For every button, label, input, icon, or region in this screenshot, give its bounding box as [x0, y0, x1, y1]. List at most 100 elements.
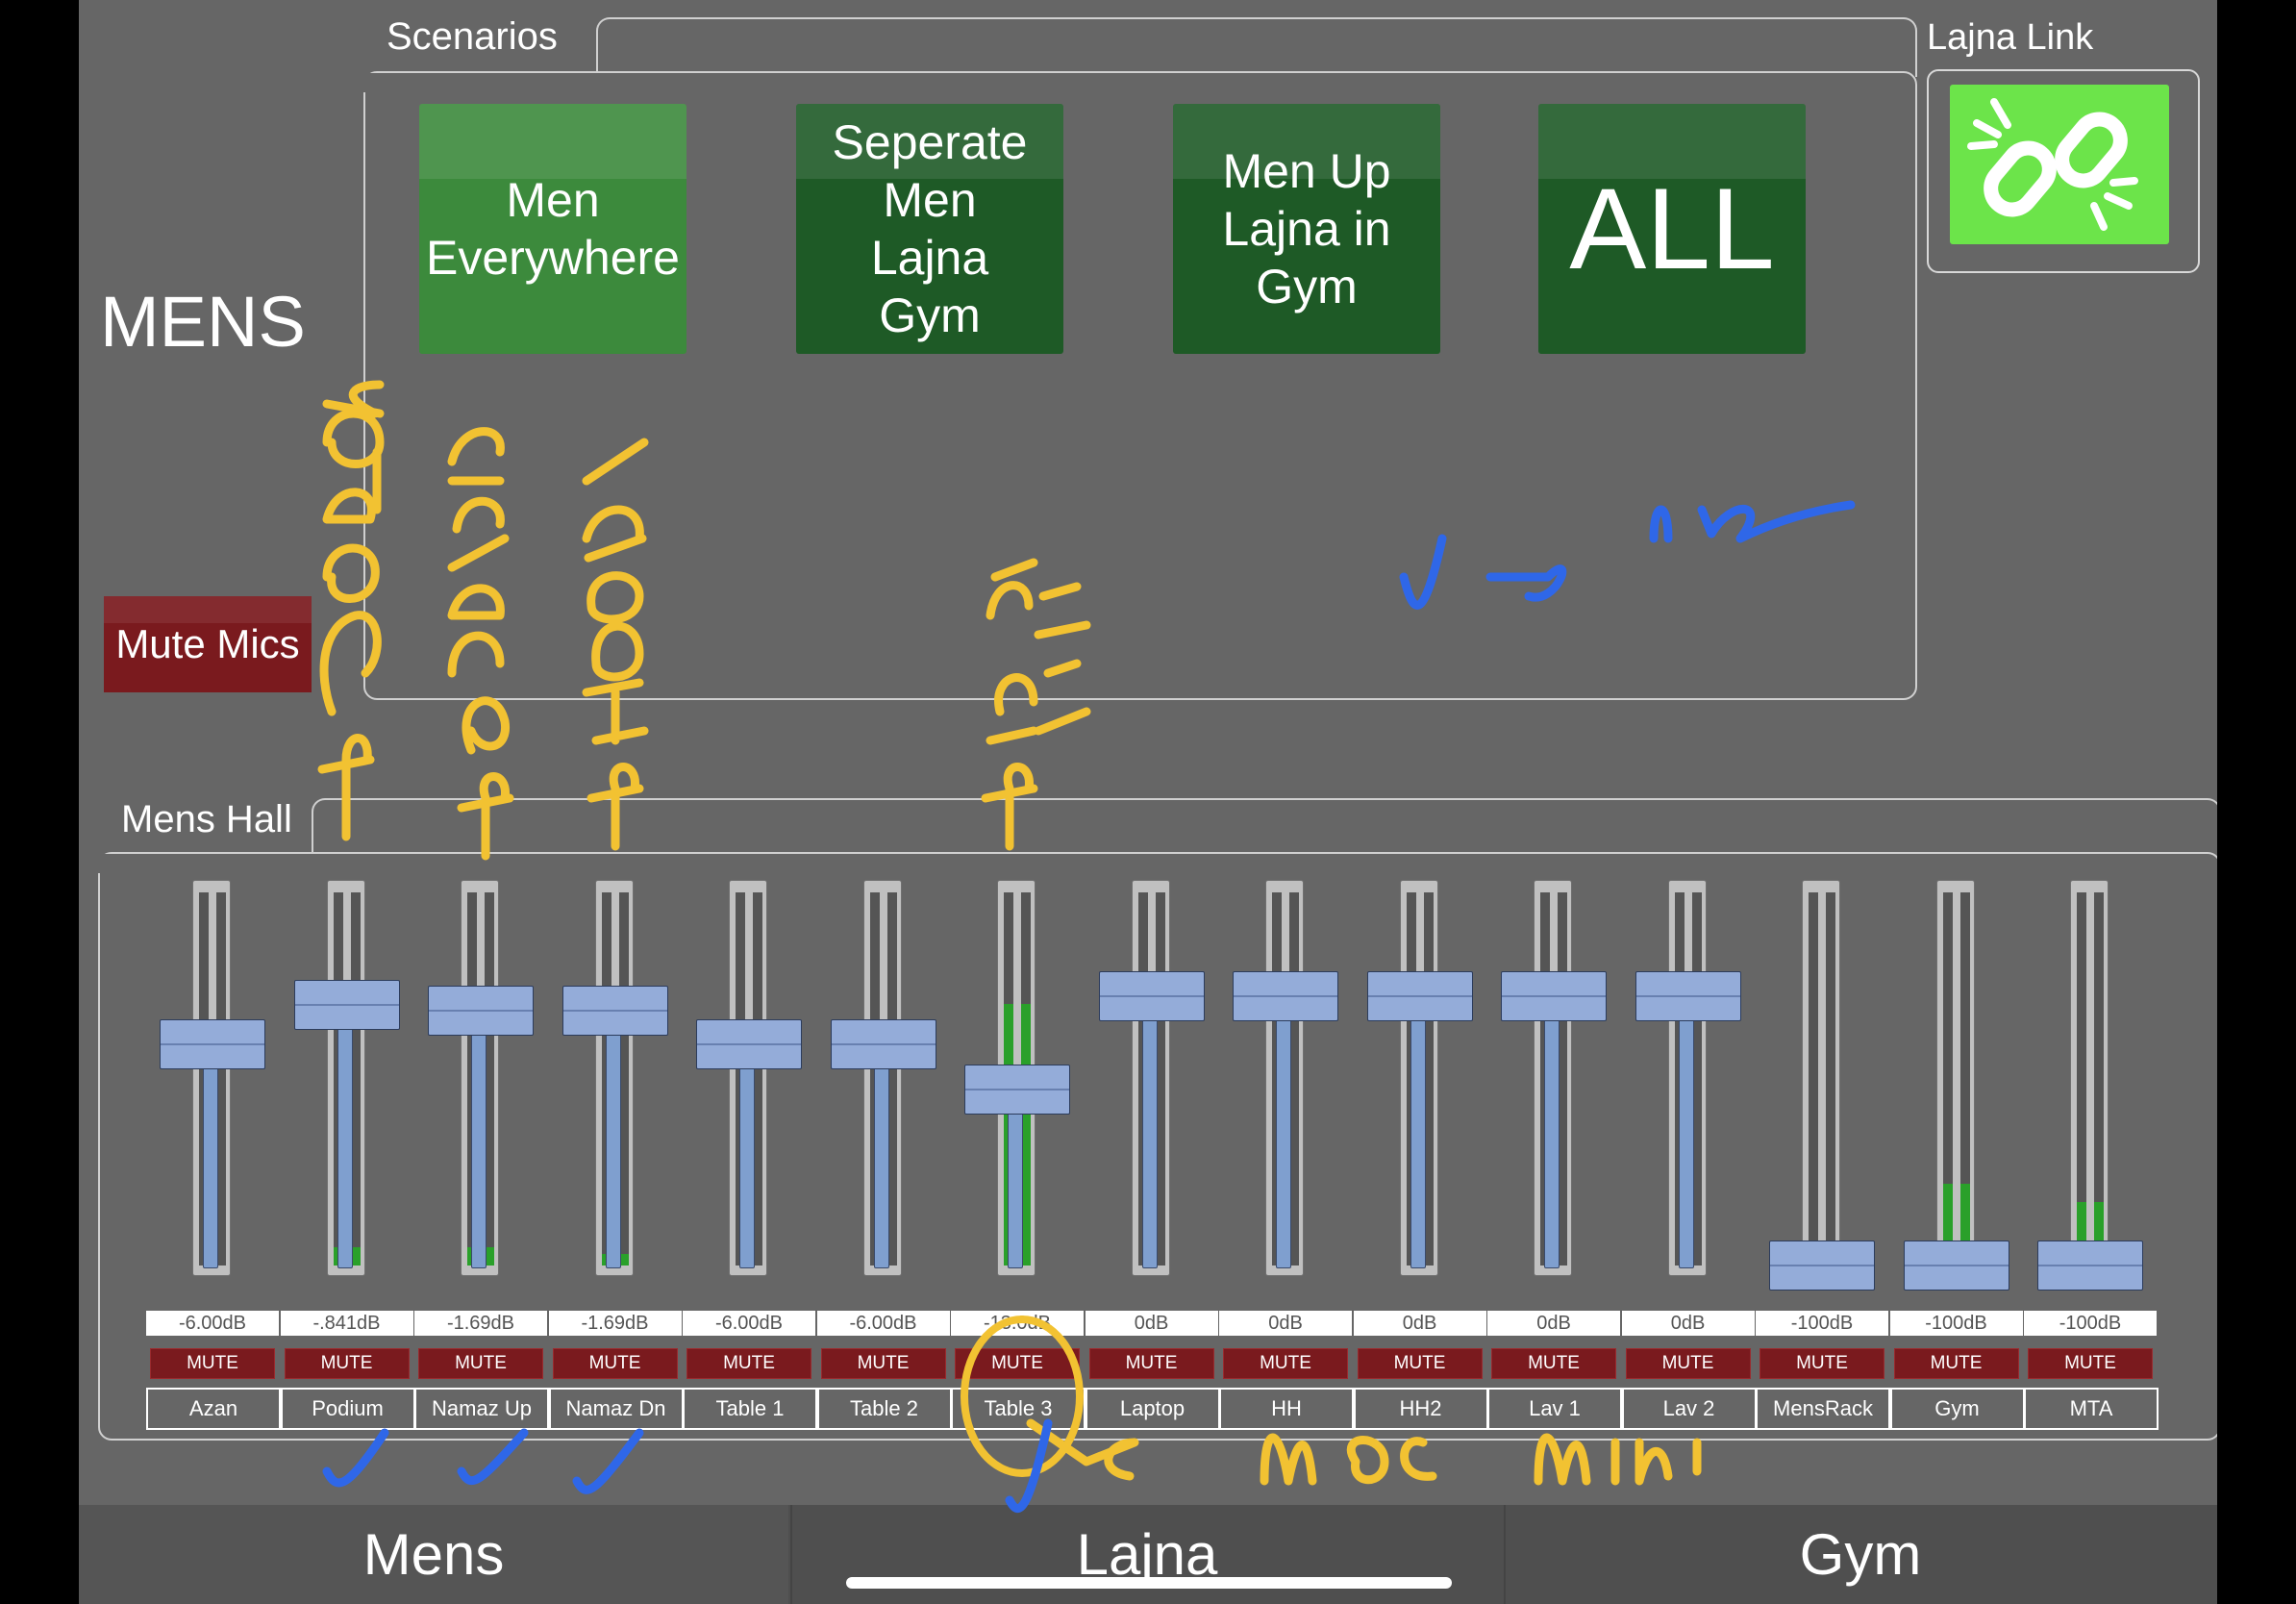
fader-knob[interactable] — [1098, 970, 1205, 1021]
mute-button[interactable]: MUTE — [955, 1348, 1080, 1379]
channel-name: Table 1 — [683, 1388, 817, 1430]
fader-knob[interactable] — [1635, 970, 1741, 1021]
tab-gap — [363, 73, 598, 92]
fader-fill — [1276, 995, 1291, 1268]
fader-fill — [1678, 995, 1694, 1268]
fader-track[interactable] — [1802, 880, 1840, 1276]
channel-strip: 0dB MUTE Lav 2 — [1621, 875, 1757, 1433]
mute-button[interactable]: MUTE — [284, 1348, 410, 1379]
fader-knob[interactable] — [160, 1018, 265, 1069]
mute-button[interactable]: MUTE — [820, 1348, 946, 1379]
home-indicator[interactable] — [846, 1577, 1452, 1589]
channel-name: Lav 1 — [1487, 1388, 1622, 1430]
fader-knob[interactable] — [1501, 970, 1607, 1021]
db-readout: -1.69dB — [414, 1311, 547, 1336]
level-meter — [1942, 892, 1953, 1266]
mute-mics-button[interactable]: Mute Mics — [104, 596, 312, 692]
fader-knob[interactable] — [964, 1065, 1070, 1115]
fader-knob[interactable] — [2037, 1241, 2143, 1291]
mute-button[interactable]: MUTE — [552, 1348, 678, 1379]
db-readout: -6.00dB — [146, 1311, 279, 1336]
channel-name: Table 2 — [816, 1388, 952, 1430]
db-readout: 0dB — [1621, 1311, 1755, 1336]
mute-button[interactable]: MUTE — [150, 1348, 275, 1379]
channel-strip: -6.00dB MUTE Azan — [146, 875, 281, 1433]
channel-strip: -100dB MUTE MTA — [2024, 875, 2159, 1433]
fader-knob[interactable] — [1233, 970, 1338, 1021]
fader-fill — [739, 1043, 755, 1268]
mute-button[interactable]: MUTE — [418, 1348, 543, 1379]
scenarios-tab-frame — [596, 17, 1917, 77]
channel-strip: 0dB MUTE Laptop — [1085, 875, 1220, 1433]
fader-knob[interactable] — [830, 1018, 936, 1069]
mute-button[interactable]: MUTE — [1223, 1348, 1348, 1379]
scenario-men-up-lajna-gym-button[interactable]: Men Up Lajna in Gym — [1173, 104, 1440, 354]
level-meter — [1959, 892, 1970, 1266]
mens-hall-tab-frame — [312, 798, 2217, 867]
channel-strip: -1.69dB MUTE Namaz Up — [414, 875, 549, 1433]
mute-mics-label: Mute Mics — [115, 621, 300, 666]
mute-button[interactable]: MUTE — [686, 1348, 811, 1379]
channel-name: Azan — [146, 1388, 281, 1430]
channel-name: Table 3 — [951, 1388, 1086, 1430]
level-meter — [1809, 892, 1818, 1266]
mute-button[interactable]: MUTE — [1491, 1348, 1616, 1379]
db-readout: 0dB — [1353, 1311, 1486, 1336]
fader-track[interactable] — [2070, 880, 2109, 1276]
tab-label: Mens — [362, 1522, 505, 1587]
tab-lajna[interactable]: Lajna — [792, 1505, 1502, 1604]
channel-name: HH — [1219, 1388, 1354, 1430]
channel-name: MensRack — [1756, 1388, 1890, 1430]
fader-knob[interactable] — [1366, 970, 1473, 1021]
channel-name: Namaz Up — [414, 1388, 549, 1430]
mute-button[interactable]: MUTE — [1625, 1348, 1751, 1379]
db-readout: -100dB — [1889, 1311, 2023, 1336]
mute-button[interactable]: MUTE — [1357, 1348, 1483, 1379]
scenario-label: Men Up Lajna in Gym — [1222, 144, 1391, 313]
tab-mens[interactable]: Mens — [79, 1505, 788, 1604]
channel-strip: -100dB MUTE MensRack — [1756, 875, 1890, 1433]
fader-knob[interactable] — [293, 979, 400, 1030]
fader-fill — [605, 1010, 621, 1268]
db-readout: -13.0dB — [951, 1311, 1084, 1336]
channel-name: Podium — [280, 1388, 415, 1430]
channel-name: MTA — [2024, 1388, 2159, 1430]
tab-gym[interactable]: Gym — [1506, 1505, 2215, 1604]
tab-label: Gym — [1799, 1522, 1922, 1587]
broken-link-icon — [1967, 98, 2138, 231]
fader-knob[interactable] — [1769, 1241, 1875, 1291]
channel-strip: 0dB MUTE HH2 — [1353, 875, 1488, 1433]
db-readout: -6.00dB — [816, 1311, 950, 1336]
level-meter — [1826, 892, 1835, 1266]
fader-knob[interactable] — [696, 1018, 802, 1069]
level-meter — [2077, 892, 2086, 1266]
fader-fill — [337, 1004, 353, 1268]
fader-knob[interactable] — [428, 985, 534, 1036]
mute-button[interactable]: MUTE — [1893, 1348, 2019, 1379]
channel-name: Lav 2 — [1621, 1388, 1757, 1430]
mute-button[interactable]: MUTE — [1759, 1348, 1884, 1379]
page-title: MENS — [100, 282, 306, 362]
mute-button[interactable]: MUTE — [2028, 1348, 2153, 1379]
fader-fill — [873, 1043, 889, 1268]
db-readout: -.841dB — [280, 1311, 413, 1336]
db-readout: -6.00dB — [683, 1311, 815, 1336]
fader-knob[interactable] — [562, 985, 668, 1036]
channel-strip: -6.00dB MUTE Table 1 — [683, 875, 817, 1433]
db-readout: -1.69dB — [548, 1311, 682, 1336]
fader-fill — [1141, 995, 1158, 1268]
fader-knob[interactable] — [1903, 1241, 2009, 1291]
mixer-panel: MENS Scenarios Men Everywhere Seperate M… — [79, 0, 2217, 1604]
scenario-label: Men Everywhere — [426, 173, 680, 285]
scenario-all-button[interactable]: ALL — [1538, 104, 1806, 354]
db-readout: -100dB — [2024, 1311, 2157, 1336]
lajna-link-button[interactable] — [1950, 85, 2169, 244]
scenario-men-everywhere-button[interactable]: Men Everywhere — [419, 104, 686, 354]
mute-button[interactable]: MUTE — [1088, 1348, 1214, 1379]
scenario-separate-button[interactable]: Seperate Men Lajna Gym — [796, 104, 1063, 354]
fader-fill — [1410, 995, 1426, 1268]
channel-name: Namaz Dn — [548, 1388, 684, 1430]
scenario-label: ALL — [1569, 164, 1775, 293]
fader-fill — [471, 1010, 487, 1268]
fader-track[interactable] — [1935, 880, 1975, 1276]
